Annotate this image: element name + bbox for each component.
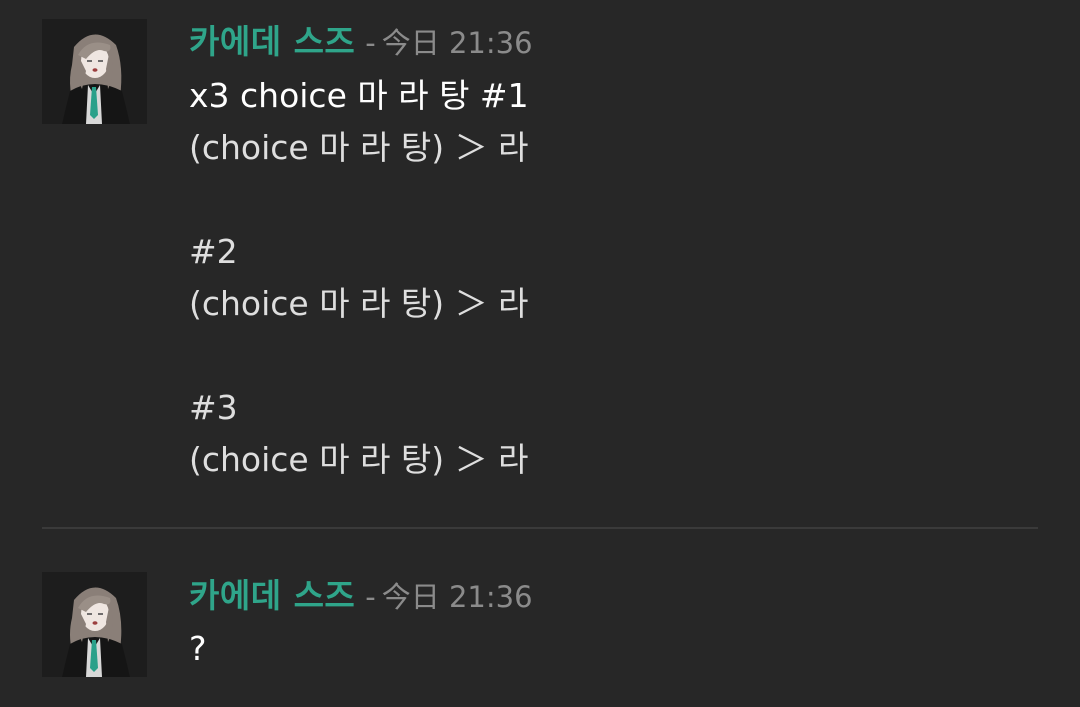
message-line (189, 330, 529, 382)
message-line (189, 174, 529, 226)
avatar-icon[interactable] (42, 19, 147, 124)
message-line: x3 choice 마 라 탕 #1 (189, 76, 529, 115)
message-content: x3 choice 마 라 탕 #1 (choice 마 라 탕) ＞ 라 #2 (… (189, 70, 529, 486)
author-name[interactable]: 카에데 스즈 (189, 22, 355, 61)
avatar-icon[interactable] (42, 572, 147, 677)
message-line: ? (189, 629, 207, 668)
message-line: (choice 마 라 탕) ＞ 라 (189, 284, 529, 323)
chat-message: 카에데 스즈 - 今日 21:36 ? (0, 529, 1080, 707)
message-header: 카에데 스즈 - 今日 21:36 (189, 20, 533, 64)
header-separator: - (365, 580, 376, 614)
message-line: (choice 마 라 탕) ＞ 라 (189, 128, 529, 167)
timestamp: 今日 21:36 (381, 26, 533, 60)
header-separator: - (365, 26, 376, 60)
message-line: #2 (189, 232, 238, 271)
message-line: #3 (189, 388, 238, 427)
author-name[interactable]: 카에데 스즈 (189, 576, 355, 615)
message-header: 카에데 스즈 - 今日 21:36 (189, 574, 533, 618)
timestamp: 今日 21:36 (381, 580, 533, 614)
chat-message: 카에데 스즈 - 今日 21:36 x3 choice 마 라 탕 #1 (choic… (0, 0, 1080, 528)
message-line: (choice 마 라 탕) ＞ 라 (189, 440, 529, 479)
message-content: ? (189, 623, 207, 675)
